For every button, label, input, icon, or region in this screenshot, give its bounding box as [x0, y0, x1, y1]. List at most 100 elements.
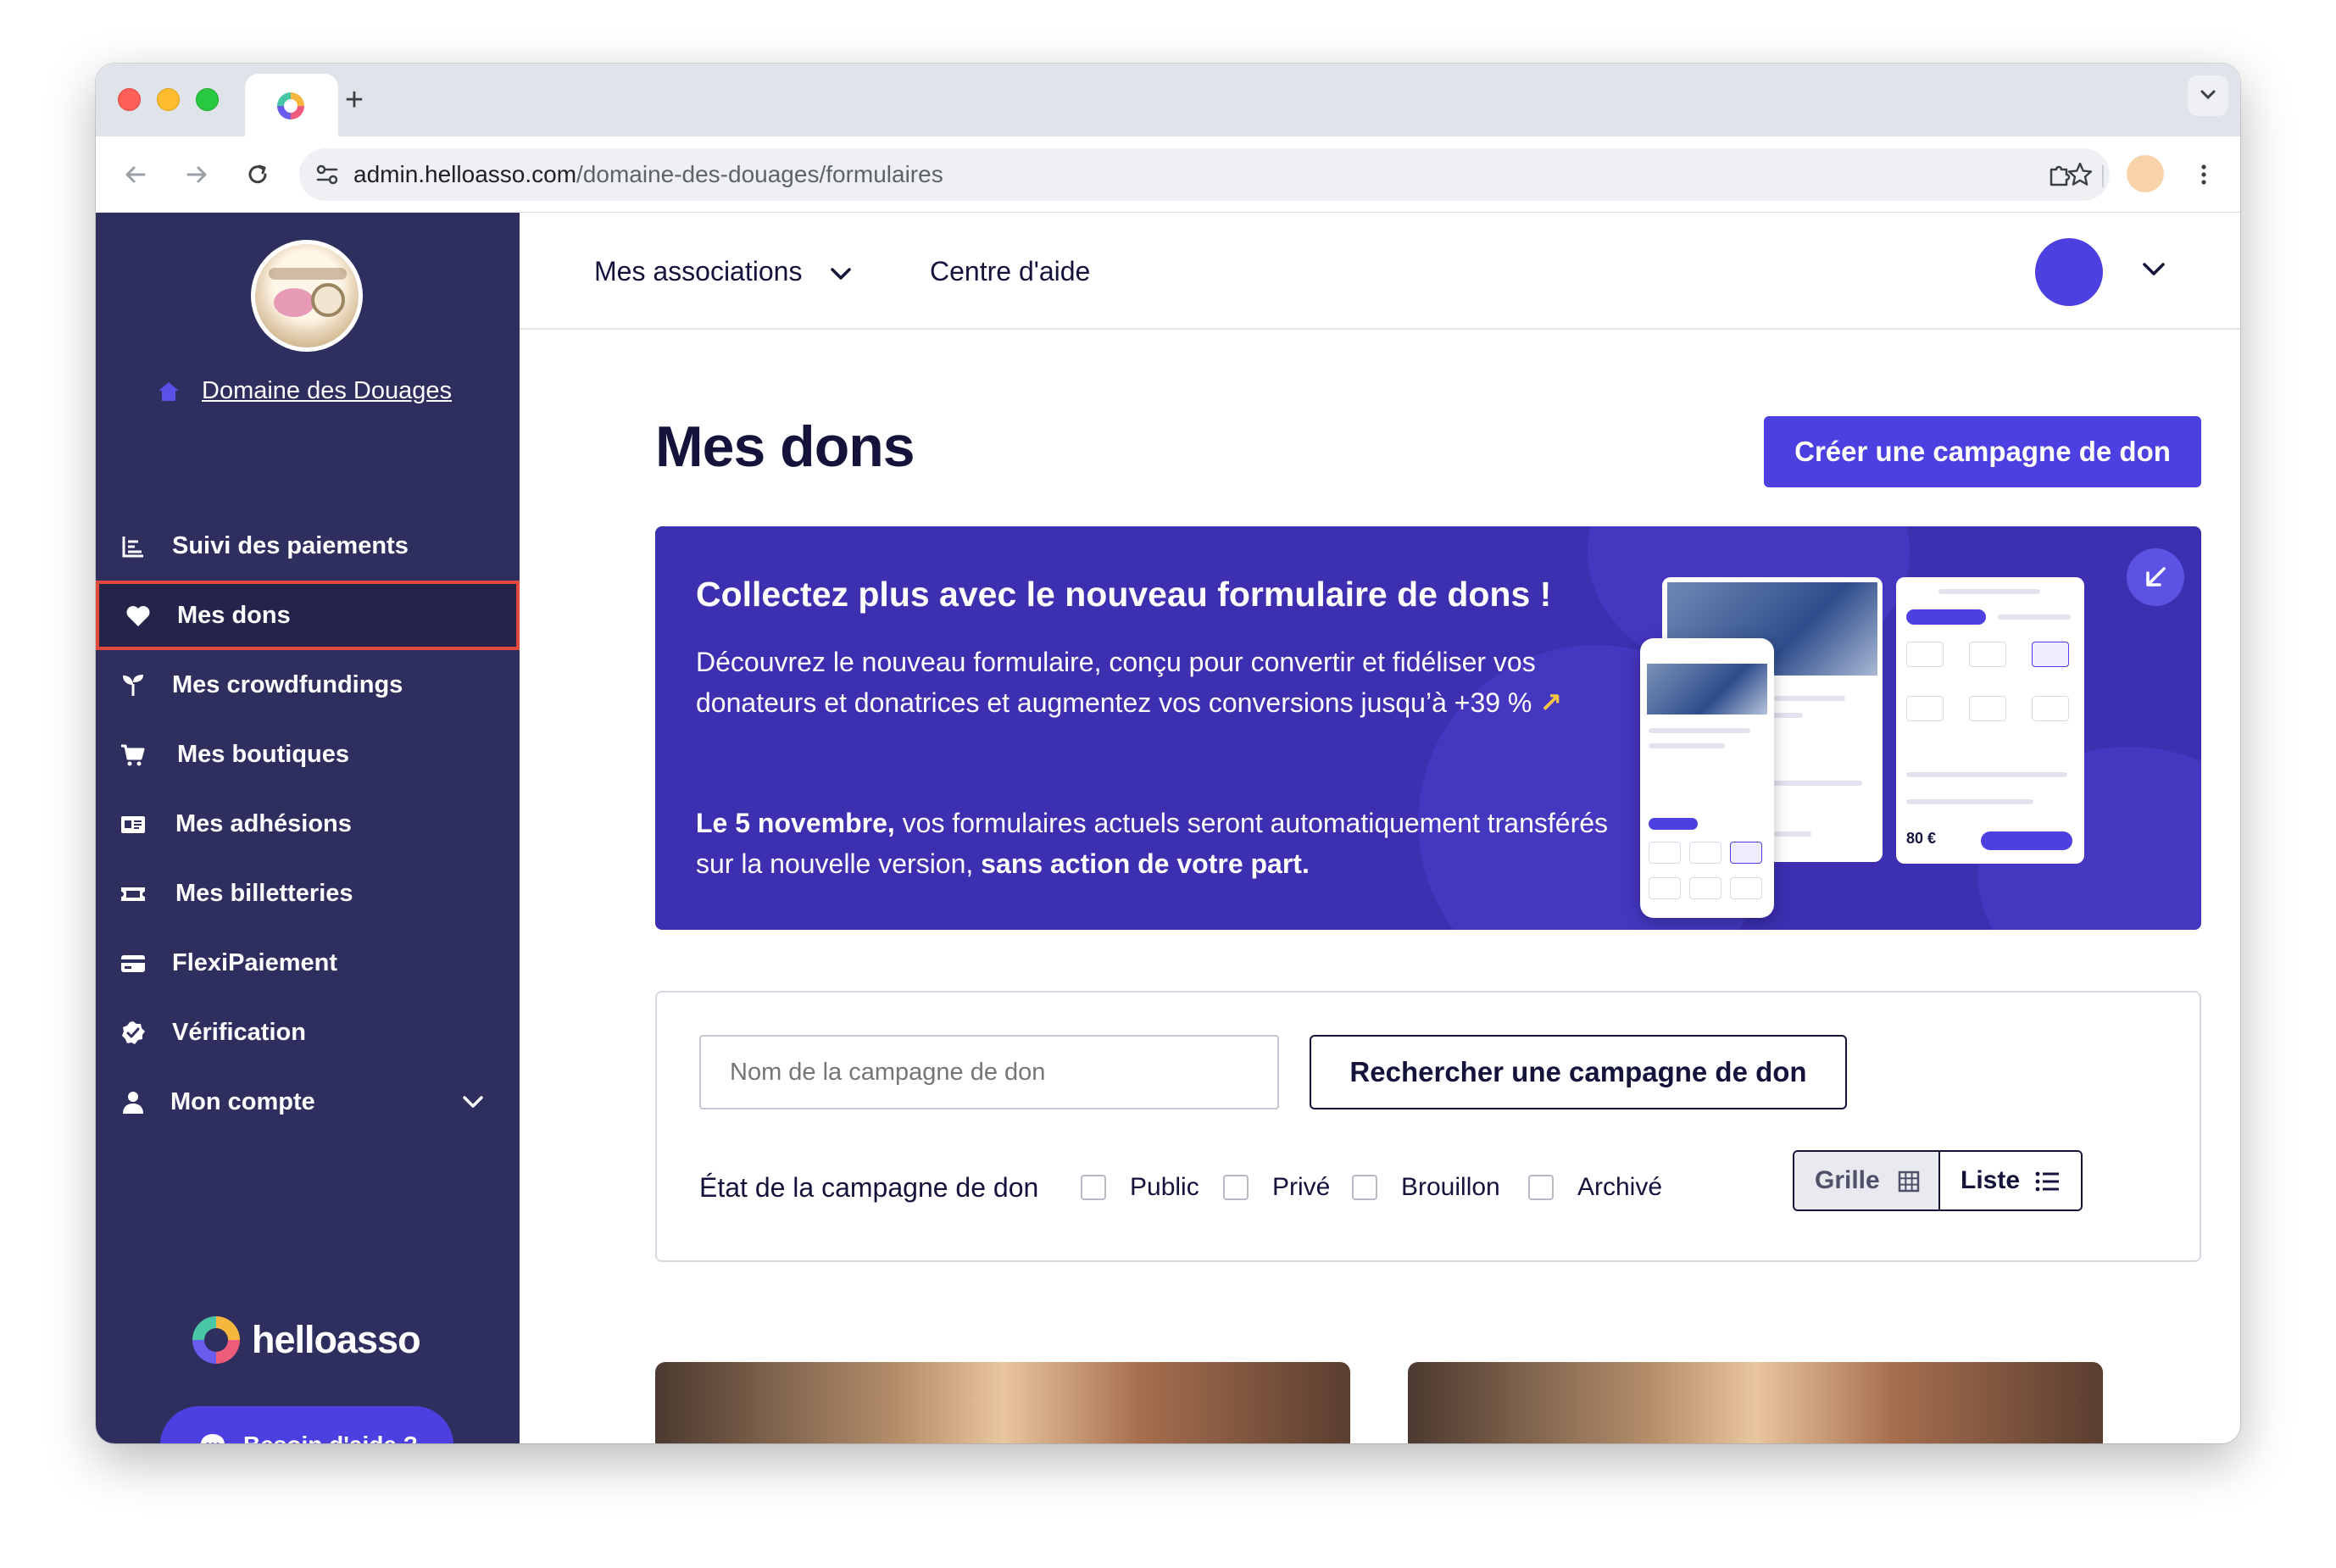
checkbox[interactable] — [1081, 1175, 1106, 1200]
new-tab-button[interactable]: + — [329, 79, 380, 121]
list-icon — [2035, 1171, 2059, 1192]
sidebar-item-mon-compte[interactable]: Mon compte — [96, 1067, 520, 1137]
filter-option-label: Public — [1130, 1173, 1199, 1201]
help-button-label: Besoin d'aide ? — [243, 1406, 418, 1443]
more-vertical-icon — [2201, 164, 2206, 185]
search-campaign-button[interactable]: Rechercher une campagne de don — [1310, 1035, 1847, 1109]
list-view-label: Liste — [1961, 1166, 2021, 1194]
arrow-left-icon — [125, 166, 146, 183]
grid-view-button[interactable]: Grille — [1794, 1152, 1940, 1209]
associations-menu[interactable]: Mes associations — [594, 213, 854, 330]
banner-notice-emphasis: sans action de votre part. — [981, 848, 1310, 879]
top-nav: Mes associations Centre d'aide — [520, 213, 2240, 330]
organization-logo[interactable] — [251, 240, 363, 352]
help-button[interactable]: Besoin d'aide ? — [160, 1406, 453, 1443]
sidebar-item-label: Mes billetteries — [175, 880, 353, 907]
sidebar-item-billetteries[interactable]: Mes billetteries — [96, 859, 520, 928]
campaign-card-image[interactable] — [655, 1362, 1350, 1443]
sidebar-item-verification[interactable]: Vérification — [96, 998, 520, 1067]
cart-icon — [121, 744, 145, 766]
mockup-pill — [1649, 818, 1698, 830]
grid-view-label: Grille — [1815, 1166, 1880, 1194]
expand-banner-button[interactable] — [2127, 548, 2184, 606]
user-avatar[interactable] — [2035, 238, 2103, 306]
sidebar-item-label: Vérification — [172, 1019, 306, 1046]
browser-toolbar: admin.helloasso.com/domaine-des-douages/… — [96, 136, 2240, 213]
mockup-photo — [1647, 664, 1767, 714]
form-mockup-mobile — [1640, 638, 1774, 918]
banner-text: Découvrez le nouveau formulaire, conçu p… — [696, 647, 1536, 718]
filter-option-label: Brouillon — [1401, 1173, 1500, 1201]
arrow-diagonal-icon — [2146, 567, 2166, 587]
url-path: /domaine-des-douages/formulaires — [576, 161, 943, 187]
campaign-card-image[interactable] — [1408, 1362, 2103, 1443]
form-mockup-form: 80 € — [1896, 577, 2084, 864]
sidebar: Domaine des Douages Suivi des paiements … — [96, 213, 520, 1443]
create-campaign-button[interactable]: Créer une campagne de don — [1764, 416, 2201, 487]
back-button[interactable] — [116, 155, 155, 194]
chevron-down-icon — [2200, 90, 2216, 100]
filter-option-label: Archivé — [1577, 1173, 1663, 1201]
external-arrow-icon[interactable]: ↗ — [1539, 687, 1562, 718]
checkbox[interactable] — [1352, 1175, 1377, 1200]
browser-menu-button[interactable] — [2184, 155, 2223, 194]
sidebar-item-crowdfundings[interactable]: Mes crowdfundings — [96, 650, 520, 720]
filter-label: État de la campagne de don — [699, 1172, 1039, 1203]
banner-paragraph: Découvrez le nouveau formulaire, conçu p… — [696, 642, 1611, 723]
tab-strip: + — [96, 64, 2240, 136]
sidebar-item-boutiques[interactable]: Mes boutiques — [96, 720, 520, 789]
heart-icon — [126, 606, 150, 626]
sidebar-item-suivi-paiements[interactable]: Suivi des paiements — [96, 511, 520, 581]
brand-wordmark: helloasso — [252, 1318, 421, 1361]
sidebar-item-label: FlexiPaiement — [172, 949, 338, 976]
user-icon — [123, 1092, 143, 1114]
chevron-down-icon — [463, 1096, 483, 1108]
reload-icon — [248, 164, 267, 184]
puzzle-icon — [2050, 165, 2071, 186]
browser-window: + admin.helloasso.com/domaine-des-douage… — [96, 64, 2240, 1443]
sidebar-item-flexipaiement[interactable]: FlexiPaiement — [96, 928, 520, 998]
browser-tab[interactable] — [245, 74, 338, 136]
reload-button[interactable] — [238, 155, 277, 194]
credit-card-icon — [121, 955, 145, 972]
helloasso-mark-icon — [192, 1316, 240, 1364]
helloasso-favicon-icon — [277, 92, 304, 120]
search-card: Rechercher une campagne de don État de l… — [655, 991, 2201, 1262]
sprout-icon — [123, 675, 143, 696]
extensions-button[interactable] — [2040, 155, 2079, 194]
main-content: Mes dons Créer une campagne de don Colle… — [520, 330, 2240, 1443]
chevron-down-icon[interactable] — [2140, 260, 2167, 279]
checkbox[interactable] — [1528, 1175, 1554, 1200]
close-window-button[interactable] — [118, 88, 141, 111]
organization-link[interactable]: Domaine des Douages — [157, 374, 462, 408]
sidebar-item-label: Mes dons — [177, 602, 291, 629]
filter-option-label: Privé — [1272, 1173, 1331, 1201]
sidebar-item-adhesions[interactable]: Mes adhésions — [96, 789, 520, 859]
url-domain: admin.helloasso.com — [353, 161, 577, 187]
sidebar-item-label: Suivi des paiements — [172, 532, 409, 559]
address-bar[interactable]: admin.helloasso.com/domaine-des-douages/… — [299, 148, 2110, 201]
sidebar-item-mes-dons[interactable]: Mes dons — [96, 581, 520, 650]
profile-avatar[interactable] — [2127, 155, 2164, 192]
grid-icon — [1898, 1170, 1920, 1193]
associations-menu-label: Mes associations — [594, 256, 803, 286]
chevron-down-icon — [831, 267, 852, 280]
minimize-window-button[interactable] — [157, 88, 180, 111]
verified-badge-icon — [122, 1021, 145, 1044]
forward-button[interactable] — [177, 155, 216, 194]
help-center-link[interactable]: Centre d'aide — [930, 213, 1090, 330]
list-view-button[interactable]: Liste — [1940, 1152, 2081, 1209]
sidebar-item-label: Mes adhésions — [175, 810, 352, 837]
zoom-window-button[interactable] — [196, 88, 219, 111]
organization-name[interactable]: Domaine des Douages — [202, 374, 452, 408]
sidebar-item-label: Mes boutiques — [177, 741, 350, 768]
mockup-pill — [1981, 831, 2072, 850]
chart-list-icon — [122, 537, 143, 558]
toolbar-divider — [2102, 165, 2104, 187]
mockup-total: 80 € — [1906, 830, 1937, 847]
view-toggle: Grille Liste — [1793, 1150, 2083, 1211]
checkbox[interactable] — [1223, 1175, 1249, 1200]
tab-search-button[interactable] — [2188, 75, 2228, 116]
campaign-name-input[interactable] — [699, 1035, 1279, 1109]
site-settings-icon — [316, 164, 338, 185]
